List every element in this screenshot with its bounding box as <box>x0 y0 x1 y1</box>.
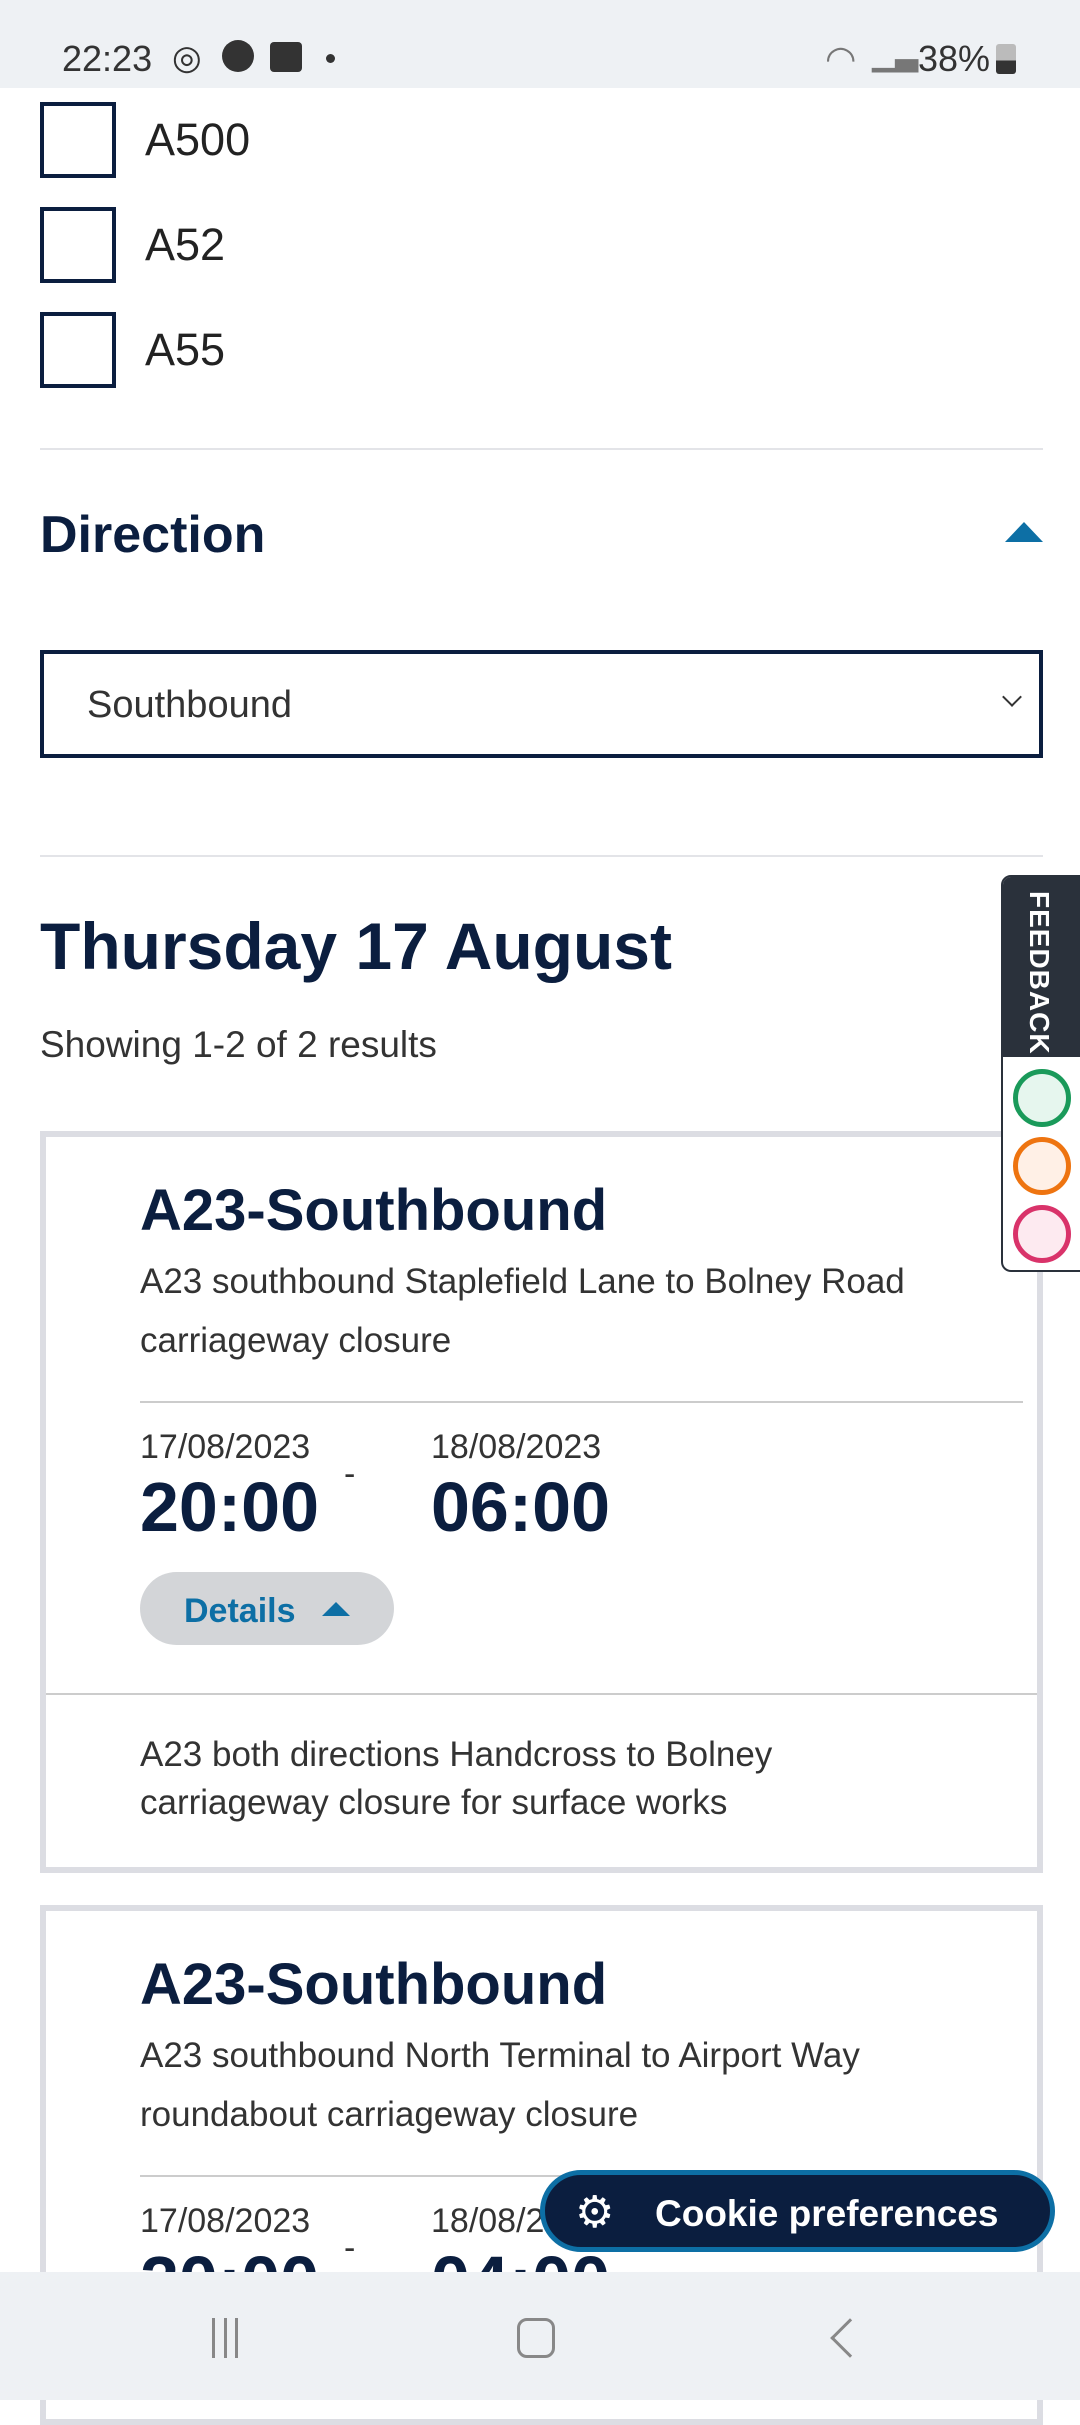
navigation-bar <box>0 2272 1080 2400</box>
end-date: 18/08/2023 <box>431 1428 602 1466</box>
direction-select[interactable]: Southbound <box>40 650 1043 758</box>
divider <box>40 855 1043 857</box>
cookie-preferences-button[interactable]: ⚙ Cookie preferences <box>540 2170 1055 2252</box>
neutral-face-icon[interactable] <box>1013 1137 1071 1195</box>
divider <box>40 448 1043 450</box>
checkbox-a500[interactable] <box>40 102 116 178</box>
battery-icon <box>996 44 1016 74</box>
home-icon[interactable] <box>517 2318 555 2358</box>
signal-icon: ▁▃ <box>872 39 919 72</box>
card-title: A23-Southbound <box>140 1178 608 1243</box>
direction-select-value: Southbound <box>87 684 292 726</box>
card-description: A23 southbound North Terminal to Airport… <box>140 2036 860 2134</box>
happy-face-icon[interactable] <box>1013 1069 1071 1127</box>
card-description: A23 southbound Staplefield Lane to Bolne… <box>140 1262 905 1360</box>
details-toggle-button[interactable]: Details <box>140 1572 394 1645</box>
checkbox-label: A52 <box>145 219 226 270</box>
clock: 22:23 <box>62 38 153 79</box>
gallery-icon <box>270 42 302 72</box>
results-count: Showing 1-2 of 2 results <box>40 1024 437 1065</box>
chevron-down-icon <box>1002 687 1022 707</box>
feedback-header: FEEDBACK <box>1003 877 1080 1057</box>
feedback-tab[interactable]: FEEDBACK <box>1001 875 1080 1272</box>
separator: - <box>344 2229 356 2267</box>
start-date: 17/08/2023 <box>140 1428 311 1466</box>
battery-text: 38% <box>918 38 991 79</box>
dot-icon <box>326 54 335 63</box>
details-label: Details <box>184 1592 296 1630</box>
separator: - <box>344 1455 356 1493</box>
start-date: 17/08/2023 <box>140 2202 311 2240</box>
checkbox-label: A500 <box>145 114 251 165</box>
caret-up-icon <box>322 1602 350 1616</box>
result-card: A23-Southbound A23 southbound Staplefiel… <box>40 1131 1043 1873</box>
divider <box>140 1401 1023 1403</box>
gear-icon: ⚙ <box>575 2188 615 2237</box>
end-time: 06:00 <box>431 1468 611 1546</box>
status-bar: 22:23 ◎ ◠ ▁▃ 38% <box>0 0 1080 88</box>
collapse-caret-icon[interactable] <box>1005 522 1043 542</box>
start-time: 20:00 <box>140 1468 320 1546</box>
direction-heading: Direction <box>40 506 266 564</box>
card-title: A23-Southbound <box>140 1952 608 2017</box>
recent-apps-icon[interactable] <box>212 2318 238 2358</box>
sad-face-icon[interactable] <box>1013 1205 1071 1263</box>
checkbox-a55[interactable] <box>40 312 116 388</box>
checkbox-a52[interactable] <box>40 207 116 283</box>
details-text: A23 both directions Handcross to Bolney … <box>140 1735 773 1822</box>
back-icon[interactable] <box>830 2318 870 2358</box>
cookie-label: Cookie preferences <box>655 2193 999 2234</box>
wifi-icon: ◠ <box>825 38 857 79</box>
date-heading: Thursday 17 August <box>40 909 672 983</box>
divider <box>46 1693 1037 1695</box>
feedback-label: FEEDBACK <box>1024 891 1055 1055</box>
account-icon <box>222 40 254 72</box>
checkbox-label: A55 <box>145 324 226 375</box>
whatsapp-icon: ◎ <box>172 39 202 77</box>
